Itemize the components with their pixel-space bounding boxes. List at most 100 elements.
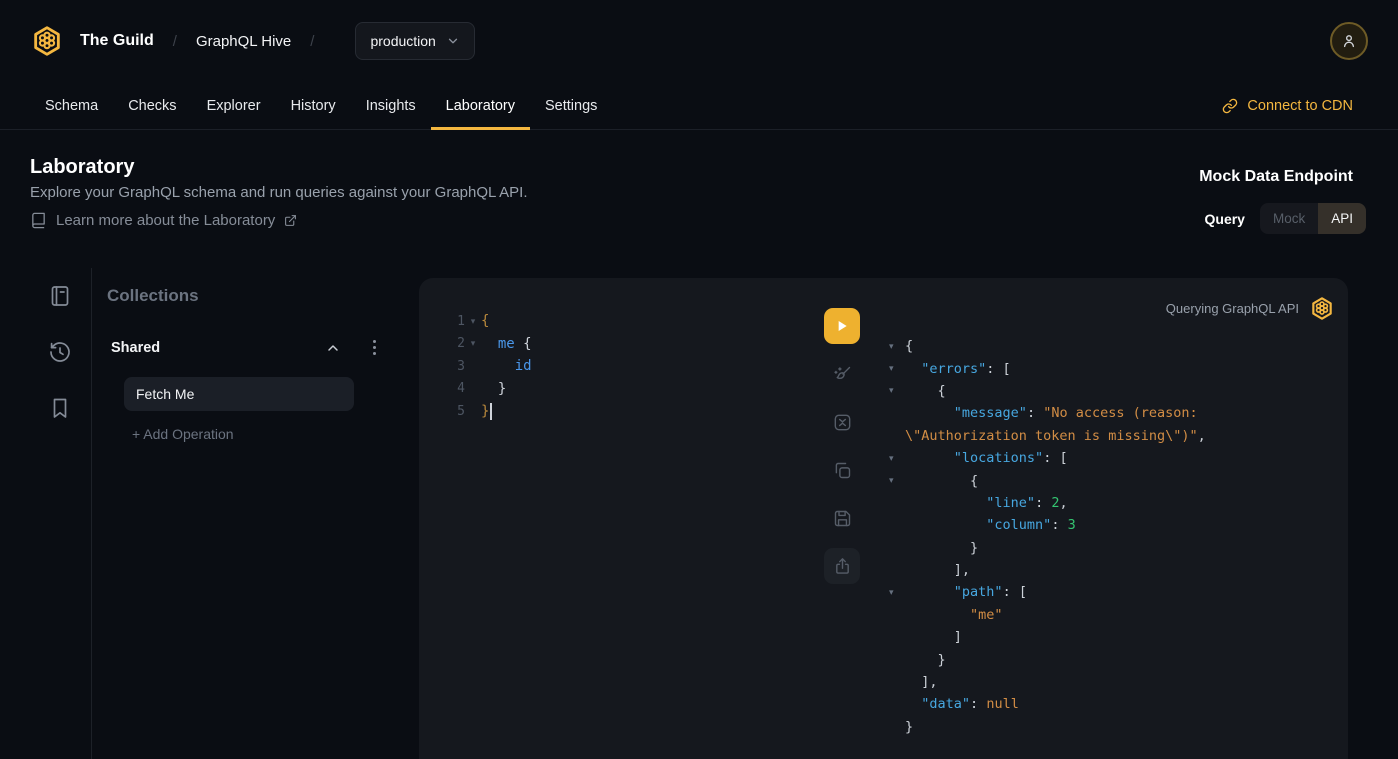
code-token: me: [498, 336, 515, 352]
breadcrumb-project[interactable]: GraphQL Hive: [196, 33, 291, 50]
code-token: [481, 358, 515, 374]
tab-settings[interactable]: Settings: [530, 82, 612, 129]
code-token: [905, 696, 921, 712]
response-line: ▾ {: [889, 380, 1206, 402]
toggle-option-api[interactable]: API: [1318, 203, 1366, 234]
collections-title: Collections: [107, 286, 199, 306]
code-line: {: [481, 313, 489, 329]
code-line: }: [905, 652, 946, 668]
breadcrumb-separator: /: [173, 33, 177, 50]
query-editor[interactable]: 1▾{2▾ me { 3 id 4 } 5}: [452, 310, 532, 423]
line-number: 1: [452, 314, 465, 329]
code-token: {: [905, 473, 978, 489]
code-token: ]: [905, 629, 962, 645]
collection-group-row: Shared: [111, 338, 378, 357]
save-icon[interactable]: [824, 500, 860, 536]
execute-button[interactable]: [824, 308, 860, 344]
kebab-menu-icon[interactable]: [371, 338, 378, 357]
mock-api-toggle: Mock API: [1260, 203, 1366, 234]
code-line: ],: [905, 562, 970, 578]
target-selector-value: production: [370, 33, 435, 49]
connect-to-cdn-link[interactable]: Connect to CDN: [1222, 82, 1353, 129]
code-token: [905, 405, 954, 421]
line-number: 3: [452, 359, 465, 374]
code-line: }: [905, 540, 978, 556]
tab-history[interactable]: History: [276, 82, 351, 129]
code-token: ],: [905, 674, 938, 690]
learn-more-label: Learn more about the Laboratory: [56, 212, 275, 229]
prettify-icon[interactable]: [824, 356, 860, 392]
text-cursor: [490, 403, 492, 420]
fold-arrow-icon[interactable]: ▾: [465, 316, 481, 327]
fold-arrow-icon[interactable]: ▾: [889, 453, 905, 464]
fold-arrow-icon[interactable]: ▾: [889, 385, 905, 396]
tab-schema[interactable]: Schema: [30, 82, 113, 129]
fold-arrow-icon[interactable]: ▾: [889, 341, 905, 352]
breadcrumb-org[interactable]: The Guild: [80, 32, 154, 50]
line-number: 5: [452, 404, 465, 419]
tab-laboratory[interactable]: Laboratory: [431, 82, 530, 129]
code-token: {: [905, 338, 913, 354]
code-line: ]: [905, 629, 962, 645]
fold-arrow-icon[interactable]: ▾: [465, 338, 481, 349]
fold-arrow-icon[interactable]: ▾: [889, 475, 905, 486]
code-token: "message": [954, 405, 1027, 421]
code-token: }: [481, 403, 489, 419]
response-line: ▾ "path": [: [889, 581, 1206, 603]
line-number: 2: [452, 336, 465, 351]
copy-icon[interactable]: [824, 452, 860, 488]
collection-group-label[interactable]: Shared: [111, 340, 160, 356]
code-line: "data": null: [905, 696, 1019, 712]
fold-arrow-icon[interactable]: ▾: [889, 363, 905, 374]
code-line: "column": 3: [905, 517, 1076, 533]
share-icon[interactable]: [824, 548, 860, 584]
operation-item[interactable]: Fetch Me: [124, 377, 354, 411]
response-line: "line": 2,: [889, 492, 1206, 514]
fold-arrow-icon[interactable]: ▾: [889, 587, 905, 598]
editor-toolbar: [824, 308, 860, 584]
response-line: }: [889, 537, 1206, 559]
tab-insights[interactable]: Insights: [351, 82, 431, 129]
response-header: Querying GraphQL API: [1166, 295, 1335, 322]
tab-explorer[interactable]: Explorer: [192, 82, 276, 129]
add-operation-button[interactable]: + Add Operation: [132, 426, 234, 442]
query-line: 2▾ me {: [452, 333, 532, 356]
code-token: "locations": [954, 450, 1043, 466]
code-token: [905, 584, 954, 600]
code-token: [515, 336, 523, 352]
hive-api-icon: [1309, 295, 1335, 322]
code-token: null: [986, 696, 1019, 712]
chevron-up-icon[interactable]: [325, 340, 341, 356]
query-line: 4 }: [452, 378, 532, 401]
code-token: : [: [986, 361, 1010, 377]
hive-logo-icon[interactable]: [30, 22, 66, 60]
toggle-option-mock[interactable]: Mock: [1260, 203, 1318, 234]
book-icon: [30, 212, 47, 229]
user-avatar[interactable]: [1330, 22, 1368, 60]
response-line: }: [889, 648, 1206, 670]
connect-to-cdn-label: Connect to CDN: [1247, 98, 1353, 114]
code-token: [905, 361, 921, 377]
docs-icon[interactable]: [48, 284, 72, 308]
page-title: Laboratory: [30, 156, 134, 179]
code-line: "me": [905, 607, 1003, 623]
code-token: "column": [986, 517, 1051, 533]
response-line: \"Authorization token is missing\")",: [889, 425, 1206, 447]
code-token: [905, 607, 970, 623]
target-selector[interactable]: production: [355, 22, 474, 60]
code-line: "message": "No access (reason:: [905, 405, 1198, 421]
bookmark-icon[interactable]: [48, 396, 72, 420]
code-token: }: [905, 652, 946, 668]
page-subtitle: Explore your GraphQL schema and run quer…: [30, 184, 528, 201]
merge-fragments-icon[interactable]: [824, 404, 860, 440]
response-line: }: [889, 716, 1206, 738]
response-line: ▾ "errors": [: [889, 357, 1206, 379]
code-token: ,: [1198, 428, 1206, 444]
code-token: \"Authorization token is missing\")": [905, 428, 1198, 444]
learn-more-link[interactable]: Learn more about the Laboratory: [30, 212, 297, 229]
tab-checks[interactable]: Checks: [113, 82, 191, 129]
code-token: "path": [954, 584, 1003, 600]
history-icon[interactable]: [48, 340, 72, 364]
code-token: id: [515, 358, 532, 374]
code-token: {: [481, 313, 489, 329]
